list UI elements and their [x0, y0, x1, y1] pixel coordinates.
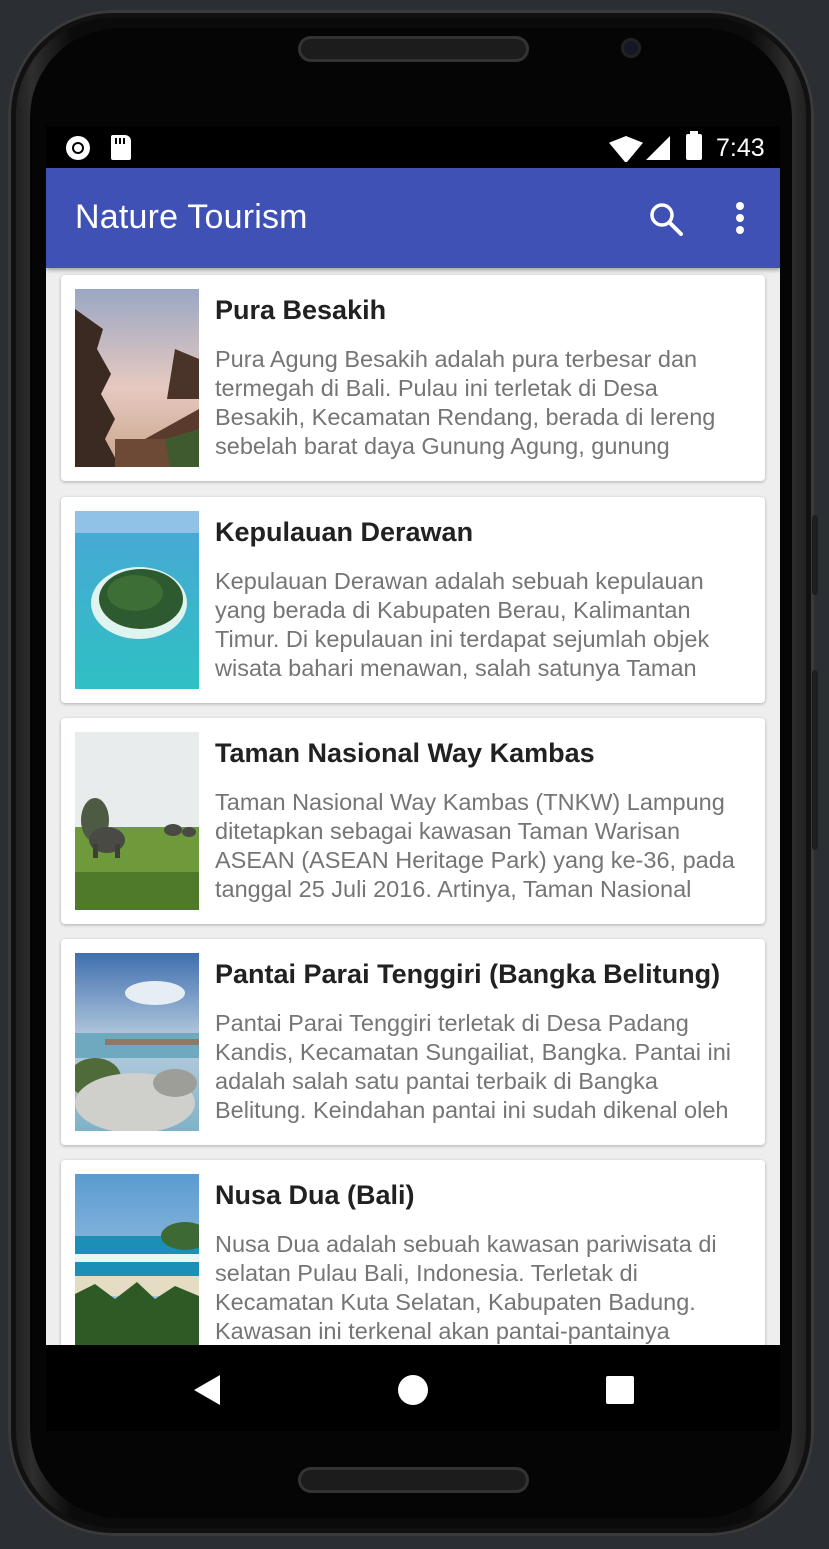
place-title: Pura Besakih: [215, 295, 387, 325]
place-title: Taman Nasional Way Kambas: [215, 738, 595, 768]
search-icon[interactable]: [649, 202, 683, 236]
recents-icon[interactable]: [606, 1376, 634, 1404]
app-bar: Nature Tourism: [46, 168, 780, 268]
wifi-icon: [609, 134, 643, 162]
app-title: Nature Tourism: [75, 198, 308, 236]
front-camera: [621, 38, 641, 58]
navigation-bar: [46, 1345, 780, 1431]
status-bar: 7:43: [46, 126, 780, 168]
sd-card-icon: [111, 135, 131, 160]
place-thumbnail: [75, 1174, 199, 1345]
bottom-speaker: [298, 1467, 529, 1493]
place-title: Nusa Dua (Bali): [215, 1180, 415, 1210]
place-title: Pantai Parai Tenggiri (Bangka Belitung): [215, 959, 721, 989]
record-icon: [66, 136, 90, 160]
place-thumbnail: [75, 289, 199, 467]
list-item[interactable]: Pantai Parai Tenggiri (Bangka Belitung) …: [61, 939, 765, 1145]
list-item[interactable]: Nusa Dua (Bali) Nusa Dua adalah sebuah k…: [61, 1160, 765, 1345]
home-icon[interactable]: [398, 1375, 428, 1405]
status-time: 7:43: [716, 134, 765, 162]
place-description: Nusa Dua adalah sebuah kawasan pariwisat…: [215, 1231, 717, 1344]
place-description: Pura Agung Besakih adalah pura terbesar …: [215, 346, 716, 466]
battery-icon: [686, 131, 702, 160]
place-description: Pantai Parai Tenggiri terletak di Desa P…: [215, 1010, 732, 1130]
earpiece-speaker: [298, 36, 529, 62]
signal-icon: [646, 136, 670, 160]
place-description: Kepulauan Derawan adalah sebuah kepulaua…: [215, 568, 710, 688]
place-title: Kepulauan Derawan: [215, 517, 474, 547]
list-item[interactable]: Pura Besakih Pura Agung Besakih adalah p…: [61, 275, 765, 481]
places-list[interactable]: Pura Besakih Pura Agung Besakih adalah p…: [46, 268, 780, 1345]
place-description: Taman Nasional Way Kambas (TNKW) Lampung…: [215, 789, 735, 909]
power-button: [812, 670, 818, 850]
screen: 7:43 Nature Tourism Pura Besakih Pura Ag…: [46, 126, 780, 1431]
place-thumbnail: [75, 953, 199, 1131]
list-item[interactable]: Taman Nasional Way Kambas Taman Nasional…: [61, 718, 765, 924]
place-thumbnail: [75, 511, 199, 689]
list-item[interactable]: Kepulauan Derawan Kepulauan Derawan adal…: [61, 497, 765, 703]
more-vert-icon[interactable]: [734, 202, 746, 236]
volume-button: [812, 515, 818, 595]
place-thumbnail: [75, 732, 199, 910]
back-icon[interactable]: [194, 1375, 220, 1405]
